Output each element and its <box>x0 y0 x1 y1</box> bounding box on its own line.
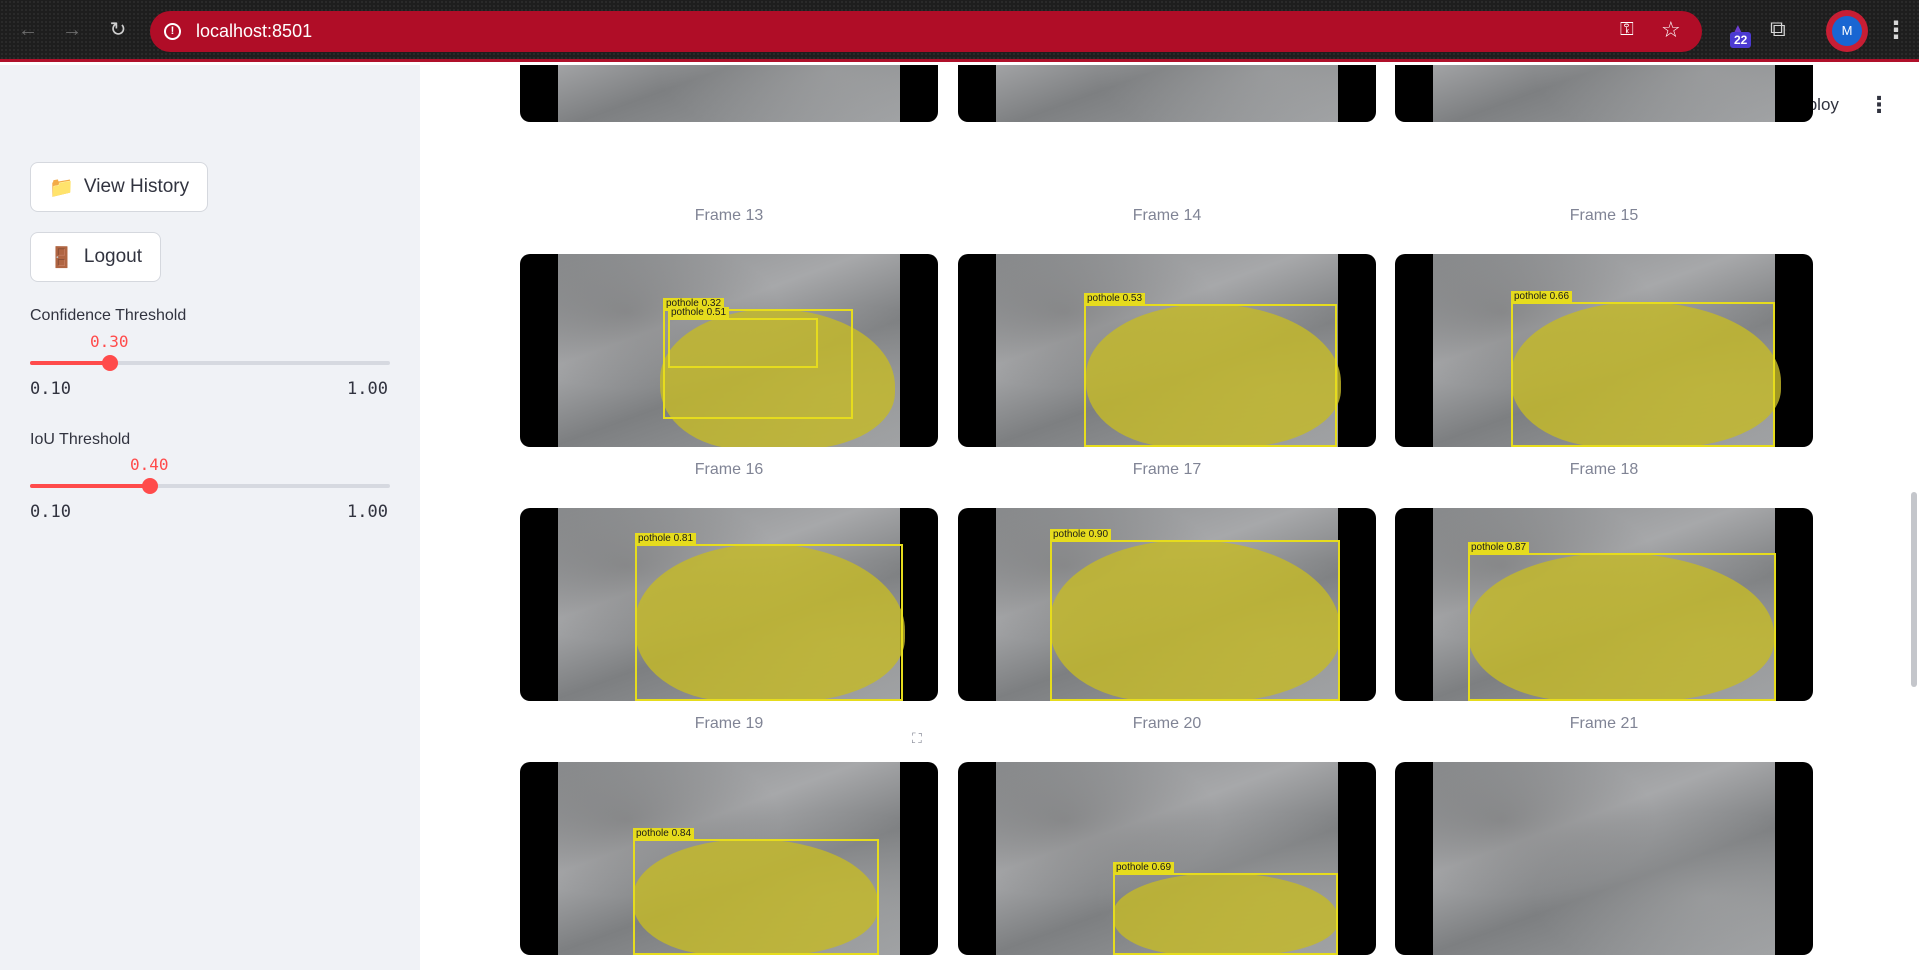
reload-icon[interactable]: ↻ <box>104 16 132 44</box>
frame-image: pothole 0.53 <box>958 254 1376 447</box>
profile-button[interactable]: M <box>1826 10 1868 52</box>
frame-image: pothole 0.87 <box>1395 508 1813 701</box>
frame-image: pothole 0.69 <box>958 762 1376 955</box>
frame-caption: Frame 18 <box>1569 461 1639 478</box>
browser-menu-icon[interactable]: ⋮ <box>1884 16 1908 45</box>
detection-box <box>633 839 879 955</box>
detection-box <box>1113 873 1338 955</box>
frame-caption: Frame 13 <box>694 207 764 224</box>
frame-image <box>520 65 938 122</box>
confidence-max-label: 1.00 <box>347 379 388 399</box>
frame-caption: Frame 16 <box>694 461 764 478</box>
frame-image <box>1395 762 1813 955</box>
detection-label: pothole 0.87 <box>1468 542 1530 553</box>
iou-threshold-value: 0.40 <box>130 455 169 474</box>
frame-caption: Frame 21 <box>1569 715 1639 732</box>
slider-fill <box>30 361 110 365</box>
detection-label: pothole 0.51 <box>668 307 730 318</box>
detection-box <box>635 544 903 701</box>
slider-fill <box>30 484 150 488</box>
road-surface <box>1433 65 1775 122</box>
frame-image: pothole 0.84 <box>520 762 938 955</box>
confidence-threshold-label: Confidence Threshold <box>30 307 187 324</box>
frame-image <box>1395 65 1813 122</box>
iou-min-label: 0.10 <box>30 502 71 522</box>
frame-image: pothole 0.90 <box>958 508 1376 701</box>
detection-box <box>668 318 818 368</box>
detection-label: pothole 0.84 <box>633 828 695 839</box>
address-bar[interactable]: ! localhost:8501 ⚿ ☆ <box>150 11 1702 52</box>
forward-icon[interactable]: → <box>58 16 86 44</box>
detection-box <box>1511 302 1775 447</box>
detection-box <box>1084 304 1337 447</box>
slider-thumb[interactable] <box>142 478 158 494</box>
road-surface <box>1433 762 1775 955</box>
main-content: Deploy ⋮ ⛶ Frame 13Frame 14Frame 15potho… <box>420 65 1919 970</box>
url-text[interactable]: localhost:8501 <box>196 21 312 42</box>
slider-thumb[interactable] <box>102 355 118 371</box>
detection-label: pothole 0.81 <box>635 533 697 544</box>
logout-button[interactable]: 🚪 Logout <box>30 232 162 282</box>
confidence-min-label: 0.10 <box>30 379 71 399</box>
frame-image: pothole 0.66 <box>1395 254 1813 447</box>
confidence-threshold-slider[interactable] <box>30 355 390 371</box>
scrollbar[interactable] <box>1911 492 1917 687</box>
password-key-icon[interactable]: ⚿ <box>1620 19 1634 40</box>
iou-max-label: 1.00 <box>347 502 388 522</box>
detection-label: pothole 0.69 <box>1113 862 1175 873</box>
detection-label: pothole 0.90 <box>1050 529 1112 540</box>
road-surface <box>996 65 1338 122</box>
door-icon: 🚪 <box>49 246 74 269</box>
view-history-button[interactable]: 📁 View History <box>30 162 209 212</box>
avatar: M <box>1832 16 1862 46</box>
main-menu-icon[interactable]: ⋮ <box>1868 92 1890 118</box>
folder-icon: 📁 <box>49 176 74 199</box>
frame-image: pothole 0.81 <box>520 508 938 701</box>
detection-box <box>1050 540 1340 701</box>
road-surface <box>558 65 900 122</box>
frame-image: pothole 0.32 pothole 0.51 <box>520 254 938 447</box>
bookmark-star-icon[interactable]: ☆ <box>1661 17 1681 43</box>
sidebar: 📁 View History 🚪 Logout Confidence Thres… <box>0 65 420 970</box>
detection-box <box>1468 553 1776 701</box>
iou-threshold-label: IoU Threshold <box>30 431 131 448</box>
extensions-puzzle-icon[interactable]: ⧉ <box>1770 16 1786 42</box>
back-icon[interactable]: ← <box>14 16 42 44</box>
confidence-threshold-value: 0.30 <box>90 332 129 351</box>
frame-caption: Frame 20 <box>1132 715 1202 732</box>
detection-label: pothole 0.66 <box>1511 291 1573 302</box>
frame-caption: Frame 15 <box>1569 207 1639 224</box>
frame-caption: Frame 17 <box>1132 461 1202 478</box>
browser-toolbar: ← → ↻ ! localhost:8501 ⚿ ☆ ▲ 22 ⧉ M ⋮ <box>0 0 1919 62</box>
frame-caption: Frame 19 <box>694 715 764 732</box>
site-info-icon[interactable]: ! <box>164 23 181 40</box>
extension-badge: 22 <box>1730 32 1752 48</box>
frame-image <box>958 65 1376 122</box>
iou-threshold-slider[interactable] <box>30 478 390 494</box>
view-history-label: View History <box>83 176 190 197</box>
logout-label: Logout <box>83 246 143 267</box>
detection-label: pothole 0.53 <box>1084 293 1146 304</box>
frame-caption: Frame 14 <box>1132 207 1202 224</box>
